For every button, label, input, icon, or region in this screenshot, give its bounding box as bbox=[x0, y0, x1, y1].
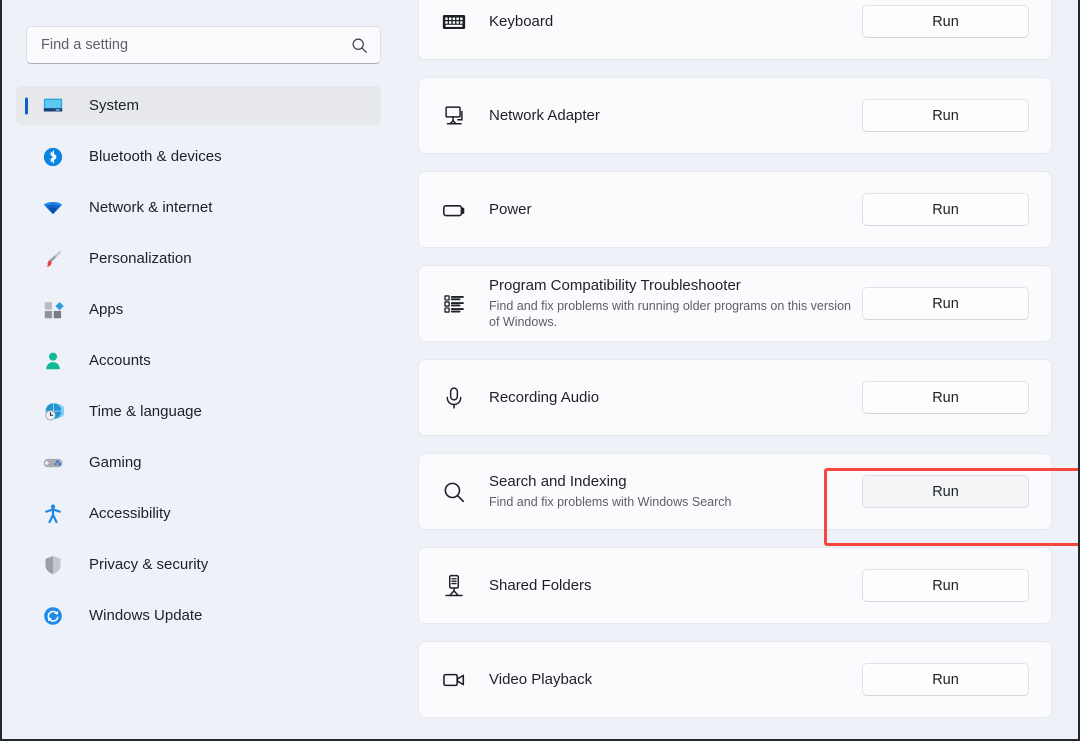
bluetooth-icon bbox=[42, 146, 64, 168]
battery-icon bbox=[440, 196, 468, 224]
sidebar-item-system[interactable]: System bbox=[16, 86, 381, 125]
search-box[interactable] bbox=[26, 26, 381, 64]
sidebar-nav: System Bluetooth & devices Network & inter… bbox=[2, 86, 400, 635]
update-refresh-icon bbox=[42, 605, 64, 627]
sidebar-item-label: Time & language bbox=[89, 403, 202, 420]
sidebar-item-windows-update[interactable]: Windows Update bbox=[16, 596, 381, 635]
troubleshooter-list: KeyboardRunNetwork AdapterRunPowerRunPro… bbox=[418, 0, 1052, 735]
keyboard-icon bbox=[440, 8, 468, 36]
monitor-icon bbox=[42, 95, 64, 117]
shield-icon bbox=[42, 554, 64, 576]
network-adapter-icon bbox=[440, 102, 468, 130]
sidebar-item-label: Windows Update bbox=[89, 607, 202, 624]
sidebar-item-label: Accessibility bbox=[89, 505, 171, 522]
troubleshooter-row[interactable]: Shared FoldersRun bbox=[418, 547, 1052, 624]
server-icon bbox=[440, 572, 468, 600]
sidebar-item-label: Accounts bbox=[89, 352, 151, 369]
troubleshooter-row[interactable]: Network AdapterRun bbox=[418, 77, 1052, 154]
troubleshooter-title: Keyboard bbox=[489, 12, 862, 32]
wifi-icon bbox=[42, 197, 64, 219]
run-button[interactable]: Run bbox=[862, 5, 1029, 38]
sidebar-item-label: Gaming bbox=[89, 454, 142, 471]
troubleshooter-row[interactable]: PowerRun bbox=[418, 171, 1052, 248]
run-button[interactable]: Run bbox=[862, 381, 1029, 414]
troubleshooter-row[interactable]: Recording AudioRun bbox=[418, 359, 1052, 436]
run-button[interactable]: Run bbox=[862, 287, 1029, 320]
main-content: KeyboardRunNetwork AdapterRunPowerRunPro… bbox=[400, 0, 1078, 739]
settings-window: System Bluetooth & devices Network & inter… bbox=[0, 0, 1080, 741]
accessibility-icon bbox=[42, 503, 64, 525]
sidebar-item-time-language[interactable]: Time & language bbox=[16, 392, 381, 431]
sidebar-item-gaming[interactable]: Gaming bbox=[16, 443, 381, 482]
run-button[interactable]: Run bbox=[862, 193, 1029, 226]
search-icon bbox=[351, 37, 368, 54]
sidebar-item-personalization[interactable]: Personalization bbox=[16, 239, 381, 278]
checklist-icon bbox=[440, 290, 468, 318]
troubleshooter-title: Program Compatibility Troubleshooter bbox=[489, 276, 862, 296]
troubleshooter-text: Network Adapter bbox=[489, 106, 862, 126]
sidebar-item-label: System bbox=[89, 97, 139, 114]
troubleshooter-text: Video Playback bbox=[489, 670, 862, 690]
sidebar-item-privacy-security[interactable]: Privacy & security bbox=[16, 545, 381, 584]
sidebar-item-accessibility[interactable]: Accessibility bbox=[16, 494, 381, 533]
troubleshooter-description: Find and fix problems with Windows Searc… bbox=[489, 494, 862, 511]
troubleshooter-title: Network Adapter bbox=[489, 106, 862, 126]
sidebar-item-label: Privacy & security bbox=[89, 556, 208, 573]
troubleshooter-title: Search and Indexing bbox=[489, 472, 862, 492]
run-button[interactable]: Run bbox=[862, 99, 1029, 132]
troubleshooter-row[interactable]: Search and Indexing Find and fix problems… bbox=[418, 453, 1052, 530]
sidebar-item-accounts[interactable]: Accounts bbox=[16, 341, 381, 380]
microphone-icon bbox=[440, 384, 468, 412]
sidebar-item-label: Personalization bbox=[89, 250, 192, 267]
run-button[interactable]: Run bbox=[862, 475, 1029, 508]
troubleshooter-title: Shared Folders bbox=[489, 576, 862, 596]
clock-globe-icon bbox=[42, 401, 64, 423]
troubleshooter-text: Power bbox=[489, 200, 862, 220]
sidebar-item-network-internet[interactable]: Network & internet bbox=[16, 188, 381, 227]
troubleshooter-text: Search and Indexing Find and fix problems… bbox=[489, 472, 862, 510]
search-magnifier-icon bbox=[440, 478, 468, 506]
troubleshooter-text: Shared Folders bbox=[489, 576, 862, 596]
run-button[interactable]: Run bbox=[862, 663, 1029, 696]
troubleshooter-row[interactable]: KeyboardRun bbox=[418, 0, 1052, 60]
troubleshooter-title: Recording Audio bbox=[489, 388, 862, 408]
troubleshooter-text: Keyboard bbox=[489, 12, 862, 32]
paintbrush-icon bbox=[42, 248, 64, 270]
troubleshooter-text: Recording Audio bbox=[489, 388, 862, 408]
sidebar: System Bluetooth & devices Network & inter… bbox=[2, 0, 400, 739]
troubleshooter-row[interactable]: Program Compatibility TroubleshooterFind… bbox=[418, 265, 1052, 342]
person-icon bbox=[42, 350, 64, 372]
troubleshooter-description: Find and fix problems with running older… bbox=[489, 298, 862, 331]
sidebar-item-label: Bluetooth & devices bbox=[89, 148, 222, 165]
sidebar-item-bluetooth-devices[interactable]: Bluetooth & devices bbox=[16, 137, 381, 176]
search-input[interactable] bbox=[41, 37, 351, 53]
gamepad-icon bbox=[42, 452, 64, 474]
troubleshooter-title: Power bbox=[489, 200, 862, 220]
sidebar-item-label: Network & internet bbox=[89, 199, 212, 216]
sidebar-item-label: Apps bbox=[89, 301, 123, 318]
video-camera-icon bbox=[440, 666, 468, 694]
troubleshooter-row[interactable]: Video PlaybackRun bbox=[418, 641, 1052, 718]
run-button[interactable]: Run bbox=[862, 569, 1029, 602]
troubleshooter-title: Video Playback bbox=[489, 670, 862, 690]
sidebar-item-apps[interactable]: Apps bbox=[16, 290, 381, 329]
troubleshooter-text: Program Compatibility TroubleshooterFind… bbox=[489, 276, 862, 331]
search-container bbox=[26, 26, 381, 64]
apps-grid-icon bbox=[42, 299, 64, 321]
